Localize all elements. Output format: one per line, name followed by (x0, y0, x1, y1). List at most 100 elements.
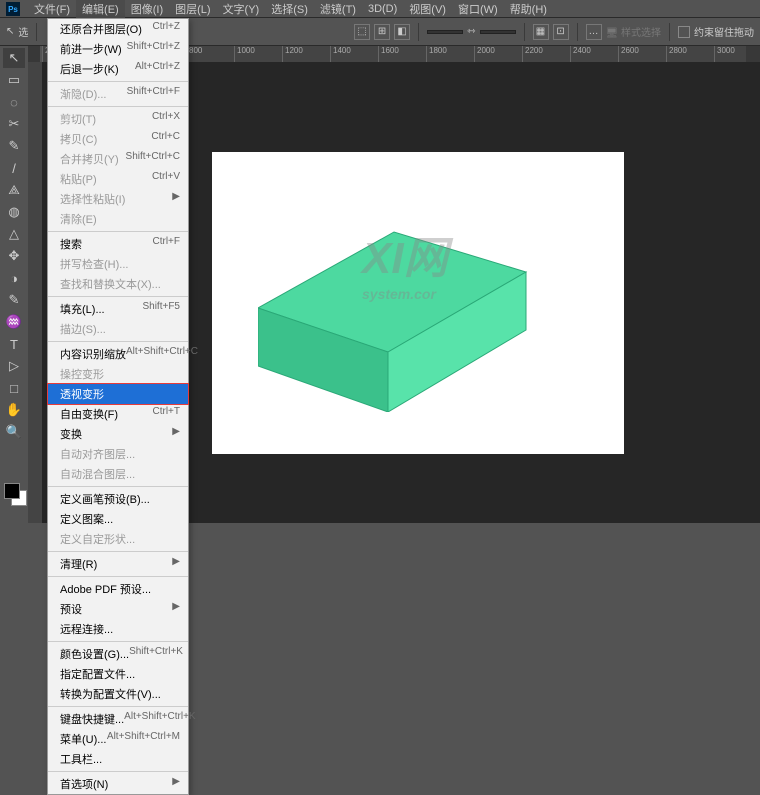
separator (577, 23, 578, 41)
tool-button[interactable]: T (3, 334, 25, 354)
separator (669, 23, 670, 41)
tool-button[interactable]: ◑ (3, 268, 25, 288)
menu-item[interactable]: 指定配置文件... (48, 664, 188, 684)
menu-窗口[interactable]: 窗口(W) (452, 0, 504, 19)
tool-button[interactable]: / (3, 158, 25, 178)
menu-item[interactable]: 颜色设置(G)...Shift+Ctrl+K (48, 644, 188, 664)
menu-item: 剪切(T)Ctrl+X (48, 109, 188, 129)
menu-item[interactable]: 首选项(N)▶ (48, 774, 188, 794)
tool-button[interactable]: ✋ (3, 400, 25, 420)
tool-button[interactable]: ▭ (3, 70, 25, 90)
tool-button[interactable]: ↖ (3, 48, 25, 68)
link-icon[interactable]: ⇿ (467, 26, 475, 37)
menu-item[interactable]: 自由变换(F) Ctrl+T (48, 404, 188, 424)
menu-item-label: 转换为配置文件(V)... (60, 686, 161, 702)
menu-item-label: 工具栏... (60, 751, 102, 767)
ruler-mark: 2800 (666, 46, 714, 62)
menu-编辑[interactable]: 编辑(E) (76, 0, 125, 19)
tool-button[interactable]: ◍ (3, 202, 25, 222)
tool-button[interactable]: ✂ (3, 114, 25, 134)
menu-选择[interactable]: 选择(S) (265, 0, 314, 19)
menu-item: 拼写检查(H)... (48, 254, 188, 274)
menu-item[interactable]: 键盘快捷键...Alt+Shift+Ctrl+K (48, 709, 188, 729)
menu-item: 清除(E) (48, 209, 188, 229)
menu-item[interactable]: 前进一步(W)Shift+Ctrl+Z (48, 39, 188, 59)
menu-item[interactable]: 工具栏... (48, 749, 188, 769)
menu-item-label: 自由变换(F) (60, 406, 118, 422)
menu-item-label: 预设 (60, 601, 82, 617)
opt-icon[interactable]: ⬚ (354, 24, 370, 40)
tool-button[interactable]: 🔍 (3, 422, 25, 442)
menu-item-label: 合并拷贝(Y) (60, 151, 119, 167)
menu-item[interactable]: 转换为配置文件(V)... (48, 684, 188, 704)
menu-item[interactable]: 定义图案... (48, 509, 188, 529)
menu-3D[interactable]: 3D(D) (362, 1, 403, 17)
ruler-mark: 2200 (522, 46, 570, 62)
opt-icon[interactable]: ◧ (394, 24, 410, 40)
constrain-checkbox[interactable]: 约束留住拖动 (678, 24, 754, 39)
menu-item: 操控变形 (48, 364, 188, 384)
dropdown-label[interactable]: 选 (18, 24, 28, 39)
opt-icon[interactable]: ⊞ (374, 24, 390, 40)
tool-button[interactable]: ⟁ (3, 180, 25, 200)
shortcut-label: Ctrl+T (153, 406, 181, 422)
submenu-arrow-icon: ▶ (172, 776, 180, 792)
opt-icon[interactable]: ⊡ (553, 24, 569, 40)
tool-button[interactable]: △ (3, 224, 25, 244)
menu-item: 粘贴(P)Ctrl+V (48, 169, 188, 189)
menu-item[interactable]: 填充(L)...Shift+F5 (48, 299, 188, 319)
menu-item[interactable]: 变换▶ (48, 424, 188, 444)
menu-item[interactable]: 预设▶ (48, 599, 188, 619)
shortcut-label: Ctrl+C (151, 131, 180, 147)
shortcut-label: Ctrl+F (153, 236, 181, 252)
width-input[interactable] (427, 30, 463, 34)
document-canvas[interactable] (212, 152, 624, 454)
opt-icon[interactable]: ▦ (533, 24, 549, 40)
tool-button[interactable]: □ (3, 378, 25, 398)
foreground-color[interactable] (4, 483, 20, 499)
menu-文字[interactable]: 文字(Y) (217, 0, 266, 19)
menu-图层[interactable]: 图层(L) (169, 0, 216, 19)
tool-button[interactable]: ◌ (3, 92, 25, 112)
menu-item-label: 查找和替换文本(X)... (60, 276, 161, 292)
menu-item[interactable]: 菜单(U)...Alt+Shift+Ctrl+M (48, 729, 188, 749)
menu-item-label: 拼写检查(H)... (60, 256, 128, 272)
menu-文件[interactable]: 文件(F) (28, 0, 76, 19)
menu-item[interactable]: 定义画笔预设(B)... (48, 489, 188, 509)
menu-item-label: 清除(E) (60, 211, 97, 227)
tool-button[interactable]: ▷ (3, 356, 25, 376)
ruler-mark: 800 (186, 46, 234, 62)
ruler-mark: 2600 (618, 46, 666, 62)
tool-button[interactable]: ♒ (3, 312, 25, 332)
menu-图像[interactable]: 图像(I) (125, 0, 169, 19)
menu-帮助[interactable]: 帮助(H) (504, 0, 553, 19)
shortcut-label: Shift+Ctrl+K (129, 646, 183, 662)
menu-item-label: 清理(R) (60, 556, 97, 572)
ruler-vertical (28, 62, 42, 523)
menu-item-label: 渐隐(D)... (60, 86, 106, 102)
menu-item: 定义自定形状... (48, 529, 188, 549)
menu-item[interactable]: 搜索Ctrl+F (48, 234, 188, 254)
menu-item[interactable]: Adobe PDF 预设... (48, 579, 188, 599)
tool-button[interactable]: ✎ (3, 136, 25, 156)
checkbox-icon (678, 26, 690, 38)
tool-button[interactable]: ✎ (3, 290, 25, 310)
menu-item[interactable]: 后退一步(K)Alt+Ctrl+Z (48, 59, 188, 79)
shortcut-label: Ctrl+V (152, 171, 180, 187)
menu-滤镜[interactable]: 滤镜(T) (314, 0, 362, 19)
menu-item-label: Adobe PDF 预设... (60, 581, 151, 597)
tool-button[interactable]: ✥ (3, 246, 25, 266)
menu-item[interactable]: 还原合并图层(O)Ctrl+Z (48, 19, 188, 39)
src-label: 🖥 样式选择 (606, 24, 661, 39)
menu-item-label: 键盘快捷键... (60, 711, 124, 727)
opt-icon[interactable]: … (586, 24, 602, 40)
menu-item[interactable]: 清理(R)▶ (48, 554, 188, 574)
menu-视图[interactable]: 视图(V) (403, 0, 452, 19)
menu-item-label: 定义自定形状... (60, 531, 135, 547)
menu-item-label: 定义图案... (60, 511, 113, 527)
menu-item[interactable]: 远程连接... (48, 619, 188, 639)
menu-item[interactable]: 透视变形 (47, 383, 189, 405)
height-input[interactable] (480, 30, 516, 34)
menu-item-label: 远程连接... (60, 621, 113, 637)
menu-item[interactable]: 内容识别缩放Alt+Shift+Ctrl+C (48, 344, 188, 364)
